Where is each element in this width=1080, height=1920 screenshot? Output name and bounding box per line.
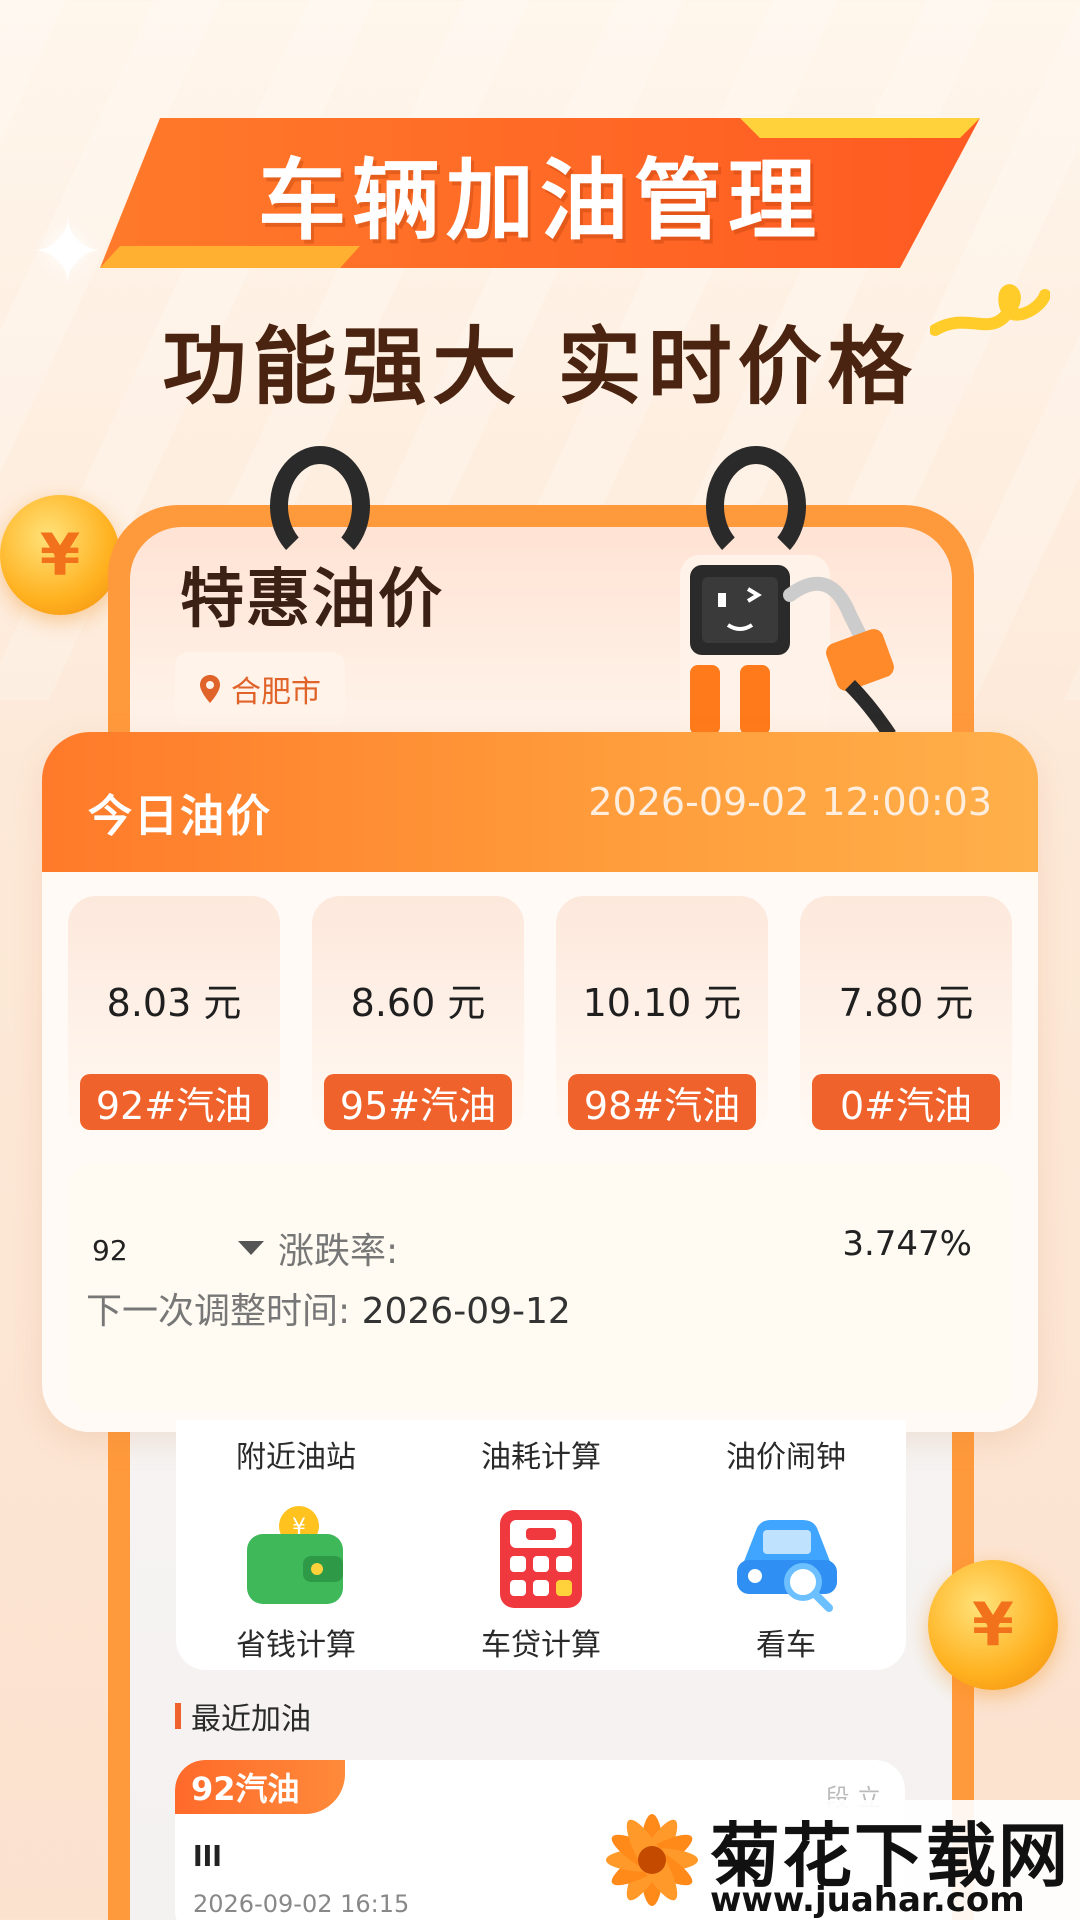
recent-title-label: 最近加油 <box>191 1702 311 1737</box>
squiggle-decoration <box>930 284 1050 336</box>
recent-fuel-tag: 92汽油 <box>175 1760 345 1814</box>
calculator-icon[interactable] <box>486 1504 596 1614</box>
price-value: 10.10 元 <box>582 981 742 1025</box>
price-card-0[interactable]: 7.80 元 0#汽油 <box>800 896 1012 1136</box>
city-selector[interactable]: 合肥市 <box>175 652 345 726</box>
wallet-icon[interactable]: ¥ <box>241 1504 351 1614</box>
today-price-body: 8.03 元 92#汽油 8.60 元 95#汽油 10.10 元 98#汽油 … <box>42 874 1038 1432</box>
fuel-type-tag: 0#汽油 <box>812 1074 1000 1130</box>
tool-fuel-consumption[interactable]: 油耗计算 <box>441 1432 641 1476</box>
rate-grade: 92 <box>92 1234 128 1267</box>
tool-car-loan[interactable]: 车贷计算 <box>441 1620 641 1664</box>
flower-logo-icon <box>606 1814 698 1906</box>
price-list: 8.03 元 92#汽油 8.60 元 95#汽油 10.10 元 98#汽油 … <box>68 896 1012 1136</box>
fuel-type-tag: 92#汽油 <box>80 1074 268 1130</box>
tool-price-alarm[interactable]: 油价闹钟 <box>686 1432 886 1476</box>
fuel-pump-illustration <box>680 555 896 735</box>
sparkle-icon: ✦ <box>30 200 106 305</box>
header-banner: 车辆加油管理 <box>100 118 980 268</box>
price-card-98[interactable]: 10.10 元 98#汽油 <box>556 896 768 1136</box>
next-adjust-date: 2026-09-12 <box>361 1291 571 1332</box>
price-value: 8.03 元 <box>106 981 242 1025</box>
next-adjust-row: 下一次调整时间: 2026-09-12 <box>86 1282 571 1334</box>
fuel-type-tag: 95#汽油 <box>324 1074 512 1130</box>
title-accent-bar <box>175 1703 181 1729</box>
price-card-92[interactable]: 8.03 元 92#汽油 <box>68 896 280 1136</box>
rate-value: 3.747% <box>842 1224 972 1264</box>
special-price-title: 特惠油价 <box>180 563 444 637</box>
price-value: 7.80 元 <box>838 981 974 1025</box>
rate-dropdown[interactable]: 涨跌率: <box>238 1222 398 1274</box>
recent-section-title: 最近加油 <box>175 1694 311 1738</box>
tools-grid: 附近油站 油耗计算 油价闹钟 ¥ 省钱计算 车贷计算 看车 <box>176 1420 906 1670</box>
page-subtitle: 功能强大 实时价格 <box>162 318 918 416</box>
today-price-header: 今日油价 2026-09-02 12:00:03 <box>42 732 1038 872</box>
coin-icon: ¥ <box>928 1560 1058 1690</box>
next-adjust-label: 下一次调整时间: <box>86 1291 351 1332</box>
fuel-type-tag: 98#汽油 <box>568 1074 756 1130</box>
today-price-card: 今日油价 2026-09-02 12:00:03 8.03 元 92#汽油 8.… <box>42 732 1038 1432</box>
city-label: 合肥市 <box>231 675 321 710</box>
price-card-95[interactable]: 8.60 元 95#汽油 <box>312 896 524 1136</box>
tool-nearby-station[interactable]: 附近油站 <box>196 1432 396 1476</box>
today-price-title: 今日油价 <box>88 791 272 842</box>
dropdown-triangle-icon <box>238 1241 264 1255</box>
recent-date: 2026-09-02 16:15 <box>193 1890 410 1918</box>
tool-save-money[interactable]: 省钱计算 <box>196 1620 396 1664</box>
price-value: 8.60 元 <box>350 981 486 1025</box>
today-price-datetime: 2026-09-02 12:00:03 <box>588 780 992 824</box>
recent-name: lll <box>193 1840 222 1873</box>
location-pin-icon <box>200 675 220 703</box>
watermark-url: www.juahar.com <box>710 1880 1025 1920</box>
rate-label: 涨跌率: <box>278 1231 399 1272</box>
car-search-icon[interactable] <box>731 1504 841 1614</box>
coin-icon: ¥ <box>0 495 120 615</box>
tool-view-car[interactable]: 看车 <box>686 1620 886 1664</box>
banner-title: 车辆加油管理 <box>257 148 822 252</box>
